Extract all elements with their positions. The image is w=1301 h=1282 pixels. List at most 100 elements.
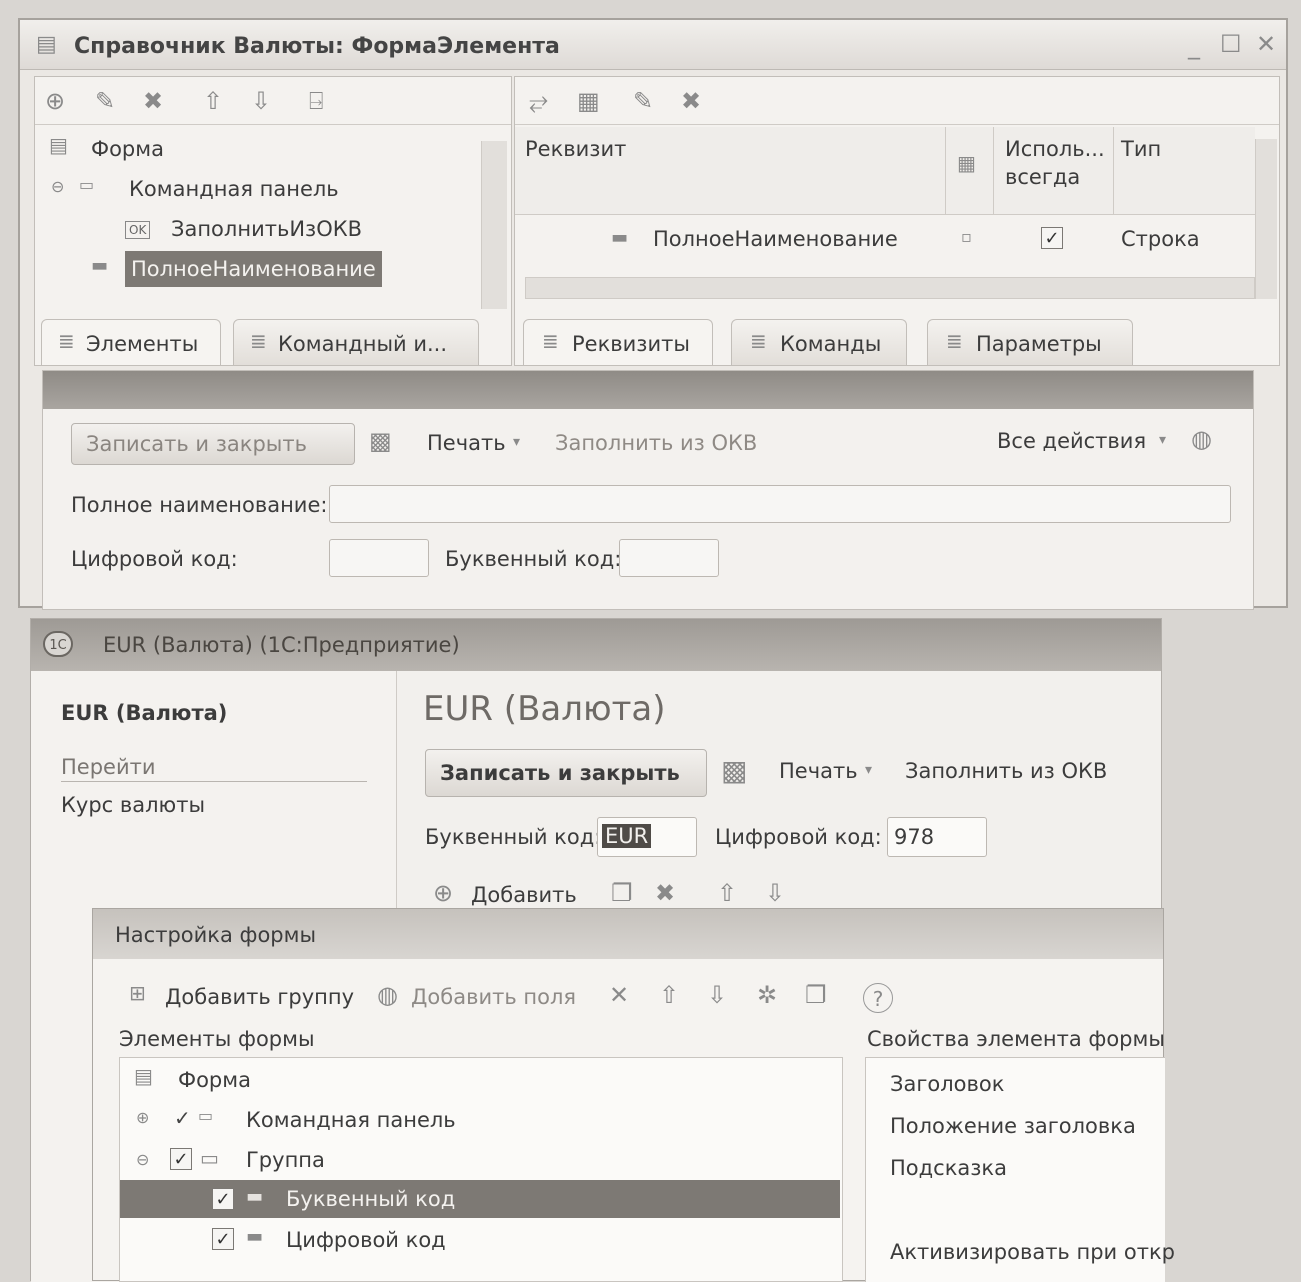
designer-title-bar: ▤ Справочник Валюты: ФормаЭлемента _ ☐ ✕ — [20, 20, 1286, 70]
move-up-icon[interactable]: ⇧ — [717, 881, 737, 905]
collapse-icon[interactable]: ⊖ — [136, 1152, 149, 1168]
settings-icon[interactable]: ✲ — [757, 983, 777, 1007]
preview-letter-field[interactable] — [619, 539, 719, 577]
designer-window: ▤ Справочник Валюты: ФормаЭлемента _ ☐ ✕… — [18, 18, 1288, 610]
digital-code-label: Цифровой код: — [715, 825, 882, 849]
move-down-icon[interactable]: ⇩ — [765, 881, 785, 905]
nav-divider — [61, 781, 367, 782]
edit-pencil-icon[interactable]: ✎ — [95, 89, 115, 113]
attribute-row[interactable]: ▬ ПолноеНаименование ▫ ✓ Строка — [515, 217, 1255, 263]
command-panel-check-icon[interactable]: ✓ — [174, 1106, 191, 1130]
move-down-icon[interactable]: ⇩ — [707, 983, 727, 1007]
help-icon[interactable]: ? — [863, 983, 893, 1013]
save-close-button[interactable]: Записать и закрыть — [425, 749, 707, 797]
tab-rekvizity[interactable]: ≣ Реквизиты — [523, 319, 713, 365]
preview-print-menu[interactable]: Печать — [427, 431, 506, 455]
always-use-checkbox[interactable]: ✓ — [1041, 227, 1063, 249]
tab-command-interface[interactable]: ≣ Командный и... — [233, 319, 479, 365]
tree-fill-command[interactable]: ЗаполнитьИзОКВ — [171, 217, 362, 241]
close-icon[interactable]: ✕ — [1256, 32, 1276, 56]
add-icon[interactable]: ⊕ — [45, 89, 65, 113]
minimize-icon[interactable]: _ — [1188, 34, 1200, 58]
prop-activate-on-open[interactable]: Активизировать при откр — [890, 1240, 1175, 1264]
col-divider — [945, 127, 946, 215]
settings-tree-digital-code[interactable]: Цифровой код — [286, 1228, 446, 1252]
print-menu[interactable]: Печать — [779, 759, 858, 783]
help-icon[interactable]: ◍ — [1191, 427, 1212, 451]
digital-code-checkbox[interactable]: ✓ — [212, 1228, 234, 1250]
delete-icon[interactable]: ✖ — [143, 89, 163, 113]
tab-rekvizity-label: Реквизиты — [572, 332, 690, 356]
props-title: Свойства элемента формы — [867, 1027, 1165, 1051]
table-icon[interactable]: ▦ — [577, 89, 600, 113]
nav-currency-rate-link[interactable]: Курс валюты — [61, 793, 205, 817]
add-attribute-icon[interactable]: ⥂ — [529, 89, 548, 113]
tree-form[interactable]: Форма — [91, 137, 164, 161]
prop-tooltip[interactable]: Подсказка — [890, 1156, 1007, 1180]
tab-commands[interactable]: ≣ Команды — [731, 319, 907, 365]
attributes-grid-header: Реквизит ▦ Исполь... всегда Тип — [515, 127, 1255, 215]
maximize-icon[interactable]: ☐ — [1220, 32, 1242, 56]
group-checkbox[interactable]: ✓ — [170, 1148, 192, 1170]
logo-1c-icon: 1С — [43, 631, 73, 657]
save-icon[interactable]: ▩ — [369, 429, 392, 453]
field-icon: ▬ — [611, 227, 629, 248]
field-icon: ▬ — [246, 1186, 264, 1207]
attributes-hscrollbar[interactable] — [525, 277, 1255, 299]
move-up-icon[interactable]: ⇧ — [203, 89, 223, 113]
add-field-button[interactable]: Добавить поля — [411, 985, 576, 1009]
add-group-button[interactable]: Добавить группу — [165, 985, 354, 1009]
elements-tree: ▤ Форма ⊖ ▭ Командная панель OK Заполнит… — [35, 127, 475, 307]
letter-code-checkbox[interactable]: ✓ — [212, 1188, 234, 1210]
settings-tree-letter-code-row[interactable]: ✓ ▬ Буквенный код — [120, 1180, 840, 1218]
save-icon[interactable]: ▩ — [721, 757, 747, 785]
elements-scrollbar[interactable] — [481, 141, 507, 309]
settings-tree-group[interactable]: Группа — [246, 1148, 325, 1172]
tree-full-name-selected[interactable]: ПолноеНаименование — [125, 251, 382, 287]
copy-icon[interactable]: ❐ — [805, 983, 827, 1007]
enterprise-heading: EUR (Валюта) — [423, 689, 666, 729]
preview-save-close-button[interactable]: Записать и закрыть — [71, 423, 355, 465]
list-icon: ≣ — [250, 329, 267, 353]
preview-digital-field[interactable] — [329, 539, 429, 577]
delete-icon[interactable]: ✖ — [655, 881, 675, 905]
row-attribute-type: Строка — [1121, 227, 1200, 251]
tree-command-panel[interactable]: Командная панель — [129, 177, 339, 201]
attributes-vscrollbar[interactable] — [1255, 139, 1277, 299]
settings-title: Настройка формы — [115, 923, 317, 947]
letter-code-label: Буквенный код: — [425, 825, 602, 849]
delete-icon[interactable]: ✕ — [609, 983, 629, 1007]
tab-elements[interactable]: ≣ Элементы — [41, 319, 221, 365]
small-square-icon: ▫ — [961, 227, 972, 246]
col-rekvizit[interactable]: Реквизит — [525, 137, 626, 161]
col-ispol[interactable]: Исполь... всегда — [1005, 135, 1115, 191]
settings-tree-form[interactable]: Форма — [178, 1068, 251, 1092]
preview-full-name-field[interactable] — [329, 485, 1231, 523]
edit-pencil-icon[interactable]: ✎ — [633, 89, 653, 113]
preview-save-close-label: Записать и закрыть — [86, 432, 307, 456]
col-tip[interactable]: Тип — [1121, 137, 1161, 161]
move-up-icon[interactable]: ⇧ — [659, 983, 679, 1007]
copy-icon[interactable]: ❐ — [611, 881, 633, 905]
preview-fill-from-okv[interactable]: Заполнить из ОКВ — [555, 431, 757, 455]
tab-parameters[interactable]: ≣ Параметры — [927, 319, 1133, 365]
form-icon: ▤ — [49, 133, 68, 157]
fill-from-okv-link[interactable]: Заполнить из ОКВ — [905, 759, 1107, 783]
settings-tree-command-panel[interactable]: Командная панель — [246, 1108, 456, 1132]
form-view-icon[interactable]: ⍈ — [309, 89, 323, 113]
letter-code-field[interactable]: EUR — [597, 817, 697, 857]
nav-title: EUR (Валюта) — [61, 701, 228, 725]
prop-title[interactable]: Заголовок — [890, 1072, 1004, 1096]
add-row-button[interactable]: Добавить — [471, 883, 577, 907]
expand-icon[interactable]: ⊕ — [136, 1110, 149, 1126]
move-down-icon[interactable]: ⇩ — [251, 89, 271, 113]
preview-all-actions[interactable]: Все действия — [997, 429, 1146, 453]
add-icon[interactable]: ⊕ — [433, 881, 453, 905]
digital-code-field[interactable]: 978 — [887, 817, 987, 857]
prop-title-position[interactable]: Положение заголовка — [890, 1114, 1136, 1138]
form-preview: Записать и закрыть ▩ Печать ▾ Заполнить … — [42, 370, 1254, 610]
delete-icon[interactable]: ✖ — [681, 89, 701, 113]
collapse-icon[interactable]: ⊖ — [51, 179, 64, 195]
form-window-icon: ▤ — [36, 32, 57, 57]
nav-goto: Перейти — [61, 755, 156, 779]
